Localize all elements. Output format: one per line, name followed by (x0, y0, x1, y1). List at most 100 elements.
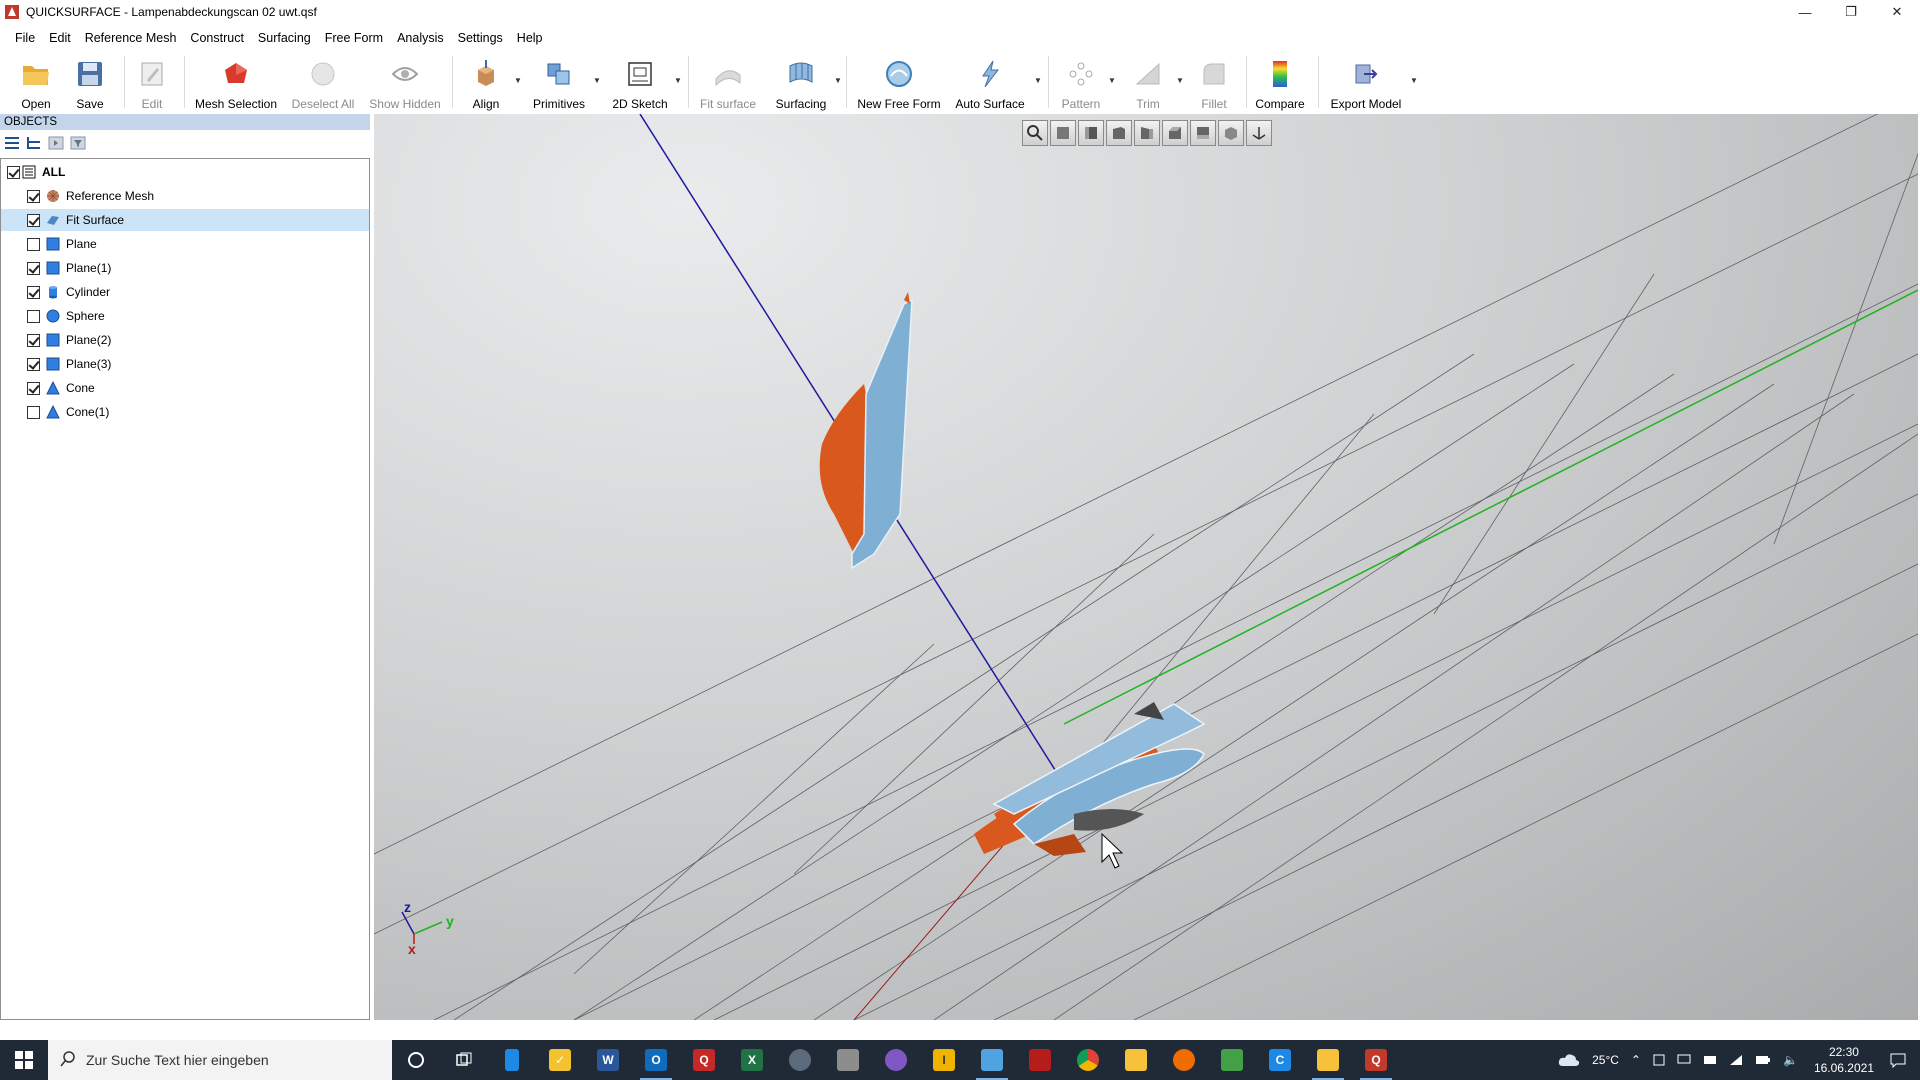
visibility-checkbox[interactable] (27, 309, 40, 323)
taskbar-search-box[interactable]: Zur Suche Text hier eingeben (48, 1040, 392, 1080)
tray-device-icon[interactable] (1703, 1054, 1717, 1066)
open-button[interactable]: Open (14, 52, 58, 112)
app-orange-circle-icon[interactable] (1160, 1040, 1208, 1080)
menu-surfacing[interactable]: Surfacing (251, 29, 318, 47)
align-button[interactable]: Align (466, 52, 506, 112)
export-dropdown-arrow-icon[interactable]: ▼ (1410, 76, 1418, 85)
primitives-dropdown-arrow-icon[interactable]: ▼ (593, 76, 601, 85)
tree-item-cone-1[interactable]: Cone(1) (1, 401, 369, 423)
surfacing-dropdown-arrow-icon[interactable]: ▼ (834, 76, 842, 85)
fit-surface-button[interactable]: Fit surface (696, 52, 760, 112)
tree-item-cylinder[interactable]: Cylinder (1, 281, 369, 303)
tree-item-plane-3[interactable]: Plane(3) (1, 353, 369, 375)
tree-item-plane[interactable]: Plane (1, 233, 369, 255)
tree-item-plane-1[interactable]: Plane(1) (1, 257, 369, 279)
tree-item-sphere[interactable]: Sphere (1, 305, 369, 327)
align-dropdown-arrow-icon[interactable]: ▼ (514, 76, 522, 85)
volume-icon[interactable]: 🔈 (1783, 1053, 1798, 1067)
tree-item-fit-surface[interactable]: Fit Surface (1, 209, 369, 231)
primitives-button[interactable]: Primitives (530, 52, 588, 112)
visibility-checkbox[interactable] (27, 189, 40, 203)
save-button[interactable]: Save (70, 52, 110, 112)
start-button[interactable] (0, 1040, 48, 1080)
deselect-all-button[interactable]: Deselect All (290, 52, 356, 112)
app-cube-red-icon[interactable] (1016, 1040, 1064, 1080)
3d-viewport[interactable]: z y x (374, 114, 1918, 1020)
excel-icon[interactable]: X (728, 1040, 776, 1080)
menu-analysis[interactable]: Analysis (390, 29, 451, 47)
visibility-checkbox[interactable] (27, 381, 40, 395)
network-icon[interactable] (1729, 1054, 1743, 1066)
menu-file[interactable]: File (8, 29, 42, 47)
app-yellow-tool-icon[interactable]: I (920, 1040, 968, 1080)
visibility-checkbox[interactable] (27, 405, 40, 419)
scene-canvas[interactable]: z y x (374, 114, 1918, 1020)
visibility-checkbox[interactable] (7, 165, 20, 179)
visibility-checkbox[interactable] (27, 357, 40, 371)
menu-edit[interactable]: Edit (42, 29, 78, 47)
battery-icon[interactable] (1755, 1055, 1771, 1065)
visibility-checkbox[interactable] (27, 213, 40, 227)
visibility-checkbox[interactable] (27, 237, 40, 251)
app-notes-icon[interactable] (488, 1040, 536, 1080)
view-right-icon[interactable] (1134, 120, 1160, 146)
expand-icon[interactable] (48, 135, 64, 151)
task-view-icon[interactable] (440, 1040, 488, 1080)
surfacing-button[interactable]: Surfacing (770, 52, 832, 112)
app-globe-icon[interactable] (776, 1040, 824, 1080)
menu-construct[interactable]: Construct (183, 29, 251, 47)
weather-cloud-icon[interactable] (1558, 1053, 1580, 1067)
new-free-form-button[interactable]: New Free Form (857, 52, 941, 112)
view-back-icon[interactable] (1078, 120, 1104, 146)
sketch-dropdown-arrow-icon[interactable]: ▼ (674, 76, 682, 85)
temperature-readout[interactable]: 25°C (1592, 1053, 1619, 1067)
trim-button[interactable]: Trim (1126, 52, 1170, 112)
auto-surface-button[interactable]: Auto Surface (952, 52, 1028, 112)
pattern-dropdown-arrow-icon[interactable]: ▼ (1108, 76, 1116, 85)
cortana-icon[interactable] (392, 1040, 440, 1080)
view-left-icon[interactable] (1106, 120, 1132, 146)
minimize-button[interactable]: — (1782, 0, 1828, 24)
list-view-icon[interactable] (4, 135, 20, 151)
menu-help[interactable]: Help (510, 29, 550, 47)
tree-view-icon[interactable] (26, 135, 42, 151)
app-blue-c-icon[interactable]: C (1256, 1040, 1304, 1080)
app-search-red-icon[interactable]: Q (680, 1040, 728, 1080)
view-top-icon[interactable] (1162, 120, 1188, 146)
trim-dropdown-arrow-icon[interactable]: ▼ (1176, 76, 1184, 85)
app-printer-icon[interactable] (824, 1040, 872, 1080)
visibility-checkbox[interactable] (27, 261, 40, 275)
app-firefox-like-icon[interactable] (872, 1040, 920, 1080)
tree-item-reference-mesh[interactable]: Reference Mesh (1, 185, 369, 207)
pattern-button[interactable]: Pattern (1058, 52, 1104, 112)
word-icon[interactable]: W (584, 1040, 632, 1080)
zoom-fit-icon[interactable] (1022, 120, 1048, 146)
auto-surface-dropdown-arrow-icon[interactable]: ▼ (1034, 76, 1042, 85)
menu-free-form[interactable]: Free Form (318, 29, 390, 47)
quicksurface-taskbar-icon[interactable]: Q (1352, 1040, 1400, 1080)
file-explorer-icon[interactable] (1112, 1040, 1160, 1080)
show-hidden-button[interactable]: Show Hidden (368, 52, 442, 112)
view-bottom-icon[interactable] (1190, 120, 1216, 146)
tray-display-icon[interactable] (1677, 1054, 1691, 1066)
filter-icon[interactable] (70, 135, 86, 151)
file-explorer-open-icon[interactable] (1304, 1040, 1352, 1080)
app-plane-icon[interactable] (968, 1040, 1016, 1080)
restore-button[interactable]: ❐ (1828, 0, 1874, 24)
chrome-icon[interactable] (1064, 1040, 1112, 1080)
fillet-button[interactable]: Fillet (1194, 52, 1234, 112)
view-front-icon[interactable] (1050, 120, 1076, 146)
clock[interactable]: 22:30 16.06.2021 (1814, 1044, 1874, 1076)
view-axes-icon[interactable] (1246, 120, 1272, 146)
tray-app-icon[interactable] (1653, 1054, 1665, 1066)
2d-sketch-button[interactable]: 2D Sketch (610, 52, 670, 112)
chevron-up-icon[interactable]: ⌃ (1631, 1053, 1641, 1067)
menu-reference-mesh[interactable]: Reference Mesh (78, 29, 184, 47)
visibility-checkbox[interactable] (27, 333, 40, 347)
app-green-icon[interactable] (1208, 1040, 1256, 1080)
edit-button[interactable]: Edit (134, 52, 170, 112)
outlook-icon[interactable]: O (632, 1040, 680, 1080)
export-model-button[interactable]: Export Model (1328, 52, 1404, 112)
notifications-icon[interactable] (1890, 1052, 1906, 1068)
tree-item-cone[interactable]: Cone (1, 377, 369, 399)
